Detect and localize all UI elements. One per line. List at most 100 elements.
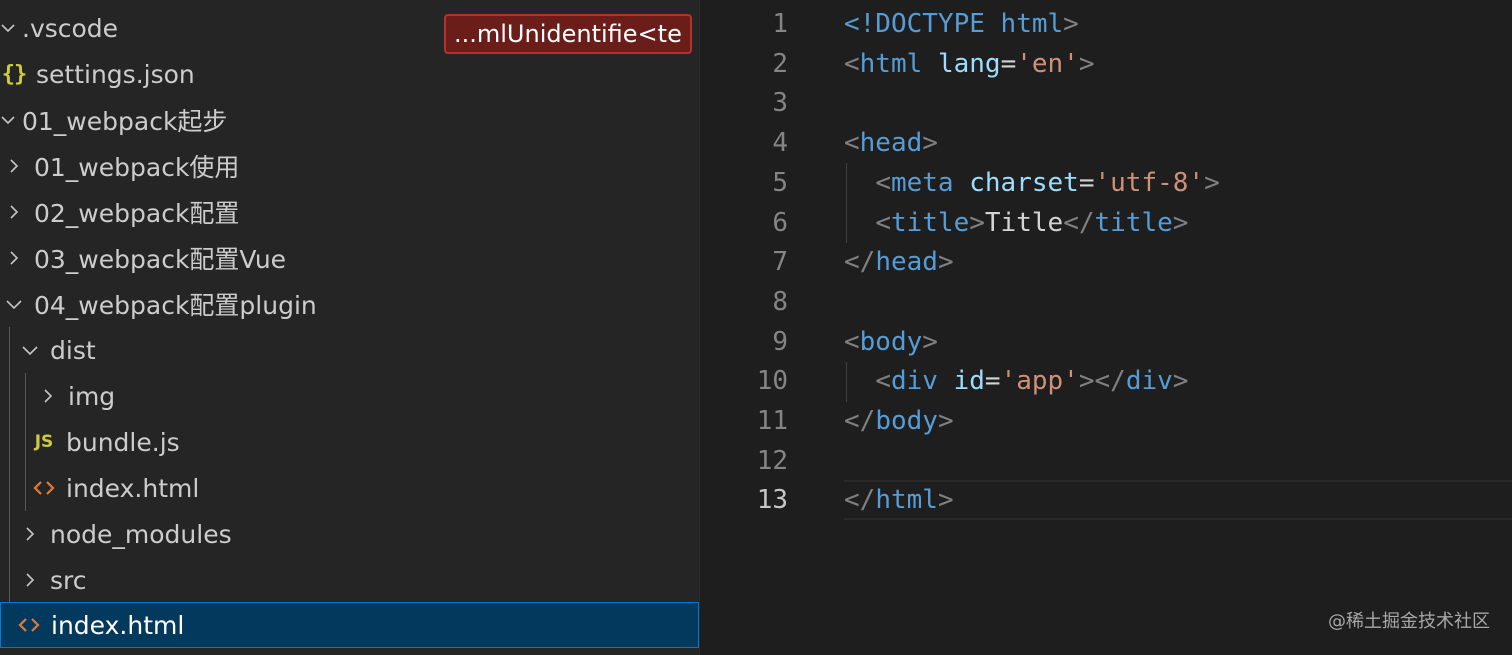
code-token: = — [984, 366, 1001, 397]
chevron-down-icon — [0, 21, 16, 35]
code-token: = — [1078, 167, 1095, 198]
code-line[interactable]: 8 — [700, 282, 788, 322]
tree-item-label: .vscode — [22, 13, 119, 43]
tree-item-webpack-config-plugin-folder[interactable]: 04_webpack配置plugin — [0, 281, 699, 327]
code-line[interactable]: 11 </body> — [700, 401, 954, 441]
code-token: <!DOCTYPE — [844, 9, 1001, 39]
code-line[interactable]: 5 <meta charset='utf-8'> — [700, 163, 1219, 203]
code-token: > — [1172, 207, 1189, 238]
indent-guide — [9, 327, 10, 602]
tree-item-webpack-use-folder[interactable]: 01_webpack使用 — [0, 143, 699, 189]
tree-item-bundle-js[interactable]: JS bundle.js — [0, 419, 699, 465]
tree-item-label: index.html — [51, 610, 185, 640]
code-text: <title>Title</title> — [844, 208, 1188, 238]
code-line[interactable]: 13 </html> — [700, 480, 954, 520]
code-token: body — [859, 326, 923, 357]
code-token: > — [1172, 366, 1189, 397]
code-token: html — [859, 48, 923, 79]
code-token: > — [1078, 48, 1095, 79]
line-number: 10 — [756, 366, 788, 397]
code-token: </ — [844, 406, 876, 436]
tree-item-webpack-config-vue-folder[interactable]: 03_webpack配置Vue — [0, 235, 699, 281]
indent-guide — [25, 373, 26, 511]
code-text: <head> — [844, 128, 938, 158]
tree-item-label: 01_webpack起步 — [22, 107, 228, 136]
code-line[interactable]: 12 — [700, 441, 788, 481]
tree-item-dist-index-html[interactable]: index.html — [0, 465, 699, 511]
tree-item-dist-folder[interactable]: dist — [0, 327, 699, 373]
code-line[interactable]: 9 <body> — [700, 322, 938, 362]
tree-item-label: node_modules — [50, 519, 232, 549]
code-token: head — [875, 247, 938, 278]
tree-item-label: index.html — [66, 473, 200, 503]
line-number: 5 — [772, 167, 788, 198]
code-token: < — [844, 128, 860, 159]
chevron-right-icon — [22, 573, 38, 587]
line-number: 6 — [772, 207, 788, 238]
tree-item-node-modules-folder[interactable]: node_modules — [0, 511, 699, 557]
tree-item-label: dist — [50, 335, 96, 365]
code-line[interactable]: 2 <html lang='en'> — [700, 44, 1094, 84]
code-token: > — [937, 485, 954, 516]
tree-item-label: 01_webpack使用 — [34, 153, 240, 182]
tree-item-label: 03_webpack配置Vue — [34, 245, 287, 274]
html-file-icon — [30, 480, 58, 496]
chevron-right-icon — [6, 159, 22, 173]
javascript-file-icon: JS — [34, 432, 54, 452]
tree-item-src-folder[interactable]: src — [0, 557, 699, 603]
code-line[interactable]: 6 <title>Title</title> — [700, 203, 1188, 243]
code-token: > — [937, 406, 954, 436]
tree-item-webpack-start-folder[interactable]: 01_webpack起步 — [0, 97, 699, 143]
chevron-right-icon — [6, 205, 22, 219]
line-number: 3 — [772, 88, 788, 119]
chevron-right-icon — [22, 527, 38, 541]
line-number: 1 — [772, 9, 788, 39]
code-token: < — [844, 326, 860, 357]
code-line[interactable]: 1 <!DOCTYPE html> — [700, 4, 1078, 44]
code-token: head — [859, 128, 923, 159]
line-number: 12 — [756, 445, 788, 476]
code-token: > — [937, 247, 954, 278]
code-token: < — [875, 207, 891, 238]
code-token: body — [875, 406, 938, 436]
line-number: 9 — [772, 326, 788, 357]
code-token: charset — [969, 167, 1079, 198]
code-text: <!DOCTYPE html> — [844, 9, 1079, 39]
tree-item-img-folder[interactable]: img — [0, 373, 699, 419]
chevron-down-icon — [6, 297, 22, 311]
code-editor[interactable]: 1 <!DOCTYPE html> 2 <html lang='en'> 3 4 <head… — [700, 0, 1512, 655]
line-number: 11 — [756, 406, 788, 436]
code-line[interactable]: 3 — [700, 83, 788, 123]
json-file-icon: {} — [1, 61, 28, 87]
code-token: Title — [984, 207, 1064, 238]
code-token: </ — [844, 485, 876, 516]
code-token: > — [1063, 9, 1079, 39]
line-number: 4 — [772, 128, 788, 159]
tree-item-label: settings.json — [36, 59, 195, 89]
problem-badge[interactable]: ...mlUnidentifie<te — [444, 14, 692, 54]
code-token: lang — [937, 48, 1001, 79]
tree-item-index-html-selected[interactable]: index.html — [0, 602, 699, 648]
code-line[interactable]: 10 <div id='app'></div> — [700, 361, 1189, 401]
code-text: <body> — [844, 327, 938, 357]
code-token: < — [844, 48, 860, 79]
code-text: <div id='app'></div> — [844, 366, 1188, 396]
code-line[interactable]: 4 <head> — [700, 123, 938, 163]
tree-item-label: img — [68, 381, 116, 411]
chevron-right-icon — [40, 389, 56, 403]
explorer-sidebar: .vscode {} settings.json 01_webpack起步 01… — [0, 0, 700, 655]
chevron-down-icon — [0, 113, 16, 127]
code-line[interactable]: 7 </head> — [700, 242, 953, 282]
tree-item-label: src — [50, 565, 87, 595]
code-token: 'en' — [1016, 48, 1079, 79]
code-token: div — [1125, 366, 1173, 397]
tree-item-label: bundle.js — [66, 427, 180, 457]
tree-item-settings-json[interactable]: {} settings.json — [0, 51, 699, 97]
code-token: = — [1000, 48, 1017, 79]
tree-item-webpack-config-folder[interactable]: 02_webpack配置 — [0, 189, 699, 235]
code-token: > — [969, 207, 985, 238]
